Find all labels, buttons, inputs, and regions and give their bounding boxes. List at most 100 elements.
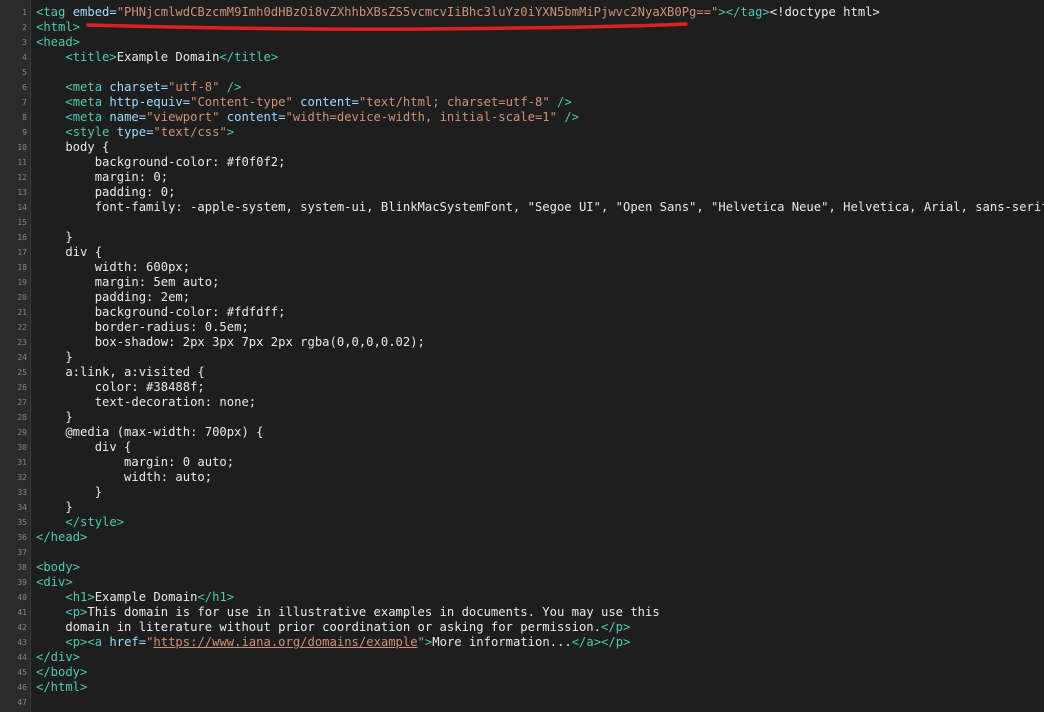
code-token: Example Domain <box>94 590 198 604</box>
line-number: 9 <box>22 128 27 137</box>
code-line[interactable]: 37 <box>0 545 1044 560</box>
line-number: 46 <box>17 683 27 692</box>
code-token: border-radius: 0.5em; <box>36 320 249 334</box>
code-token: background-color: #f0f0f2; <box>36 155 286 169</box>
code-line[interactable]: 16 } <box>0 230 1044 245</box>
code-line[interactable]: 18 width: 600px; <box>0 260 1044 275</box>
code-line[interactable]: 42 domain in literature without prior co… <box>0 620 1044 635</box>
code-token: font-family: -apple-system, system-ui, B… <box>36 200 1044 214</box>
code-line[interactable]: 41 <p>This domain is for use in illustra… <box>0 605 1044 620</box>
code-line[interactable]: 14 font-family: -apple-system, system-ui… <box>0 200 1044 215</box>
code-line[interactable]: 17 div { <box>0 245 1044 260</box>
code-token: "Content-type" <box>190 95 293 109</box>
line-number: 25 <box>17 368 27 377</box>
code-token: <style <box>65 125 117 139</box>
line-number: 18 <box>17 263 27 272</box>
code-line[interactable]: 6 <meta charset="utf-8" /> <box>0 80 1044 95</box>
code-token: name= <box>109 110 147 124</box>
code-line[interactable]: 44 </div> <box>0 650 1044 665</box>
line-code: <p><a href= "https://www.iana.org/domains… <box>36 635 630 650</box>
line-number: 45 <box>17 668 27 677</box>
code-link[interactable]: https://www.iana.org/domains/example <box>153 635 417 649</box>
code-token: domain in literature without prior coord… <box>36 620 601 634</box>
code-line[interactable]: 12 margin: 0; <box>0 170 1044 185</box>
code-token: box-shadow: 2px 3px 7px 2px rgba(0,0,0,0… <box>36 335 425 349</box>
code-line[interactable]: 27 text-decoration: none; <box>0 395 1044 410</box>
code-token: "utf-8" <box>168 80 220 94</box>
code-line[interactable]: 32 width: auto; <box>0 470 1044 485</box>
code-line[interactable]: 35 </style> <box>0 515 1044 530</box>
line-number: 43 <box>17 638 27 647</box>
code-token: } <box>36 410 73 424</box>
code-line[interactable]: 21 background-color: #fdfdff; <box>0 305 1044 320</box>
code-editor[interactable]: 1 <tag embed="PHNjcmlwdCBzcmM9Imh0dHBzOi8… <box>0 0 1044 712</box>
code-line[interactable]: 3 <head> <box>0 35 1044 50</box>
code-token: background-color: #fdfdff; <box>36 305 286 319</box>
code-line[interactable]: 30 div { <box>0 440 1044 455</box>
code-line[interactable]: 34 } <box>0 500 1044 515</box>
code-line[interactable]: 33 } <box>0 485 1044 500</box>
code-line[interactable]: 13 padding: 0; <box>0 185 1044 200</box>
code-line[interactable]: 25 a:link, a:visited { <box>0 365 1044 380</box>
code-line[interactable]: 31 margin: 0 auto; <box>0 455 1044 470</box>
line-number: 23 <box>17 338 27 347</box>
code-line[interactable]: 26 color: #38488f; <box>0 380 1044 395</box>
code-line[interactable]: 1 <tag embed="PHNjcmlwdCBzcmM9Imh0dHBzOi8… <box>0 5 1044 20</box>
code-lines[interactable]: 1 <tag embed="PHNjcmlwdCBzcmM9Imh0dHBzOi8… <box>0 5 1044 710</box>
code-line[interactable]: 11 background-color: #f0f0f2; <box>0 155 1044 170</box>
line-code: box-shadow: 2px 3px 7px 2px rgba(0,0,0,0… <box>36 335 425 350</box>
code-line[interactable]: 28 } <box>0 410 1044 425</box>
code-line[interactable]: 45 </body> <box>0 665 1044 680</box>
code-line[interactable]: 40 <h1>Example Domain</h1> <box>0 590 1044 605</box>
line-code: color: #38488f; <box>36 380 205 395</box>
code-line[interactable]: 8 <meta name="viewport" content="width=d… <box>0 110 1044 125</box>
line-number: 22 <box>17 323 27 332</box>
code-line[interactable]: 23 box-shadow: 2px 3px 7px 2px rgba(0,0,… <box>0 335 1044 350</box>
code-line[interactable]: 47 <box>0 695 1044 710</box>
code-token: <div> <box>36 575 73 589</box>
code-token: <!doctype html> <box>769 5 880 19</box>
code-line[interactable]: 5 <box>0 65 1044 80</box>
line-code: <html> <box>36 20 80 35</box>
code-line[interactable]: 43 <p><a href= "https://www.iana.org/doma… <box>0 635 1044 650</box>
code-line[interactable]: 46 </html> <box>0 680 1044 695</box>
code-line[interactable]: 2 <html> <box>0 20 1044 35</box>
line-number: 44 <box>17 653 27 662</box>
code-line[interactable]: 29 @media (max-width: 700px) { <box>0 425 1044 440</box>
line-number: 38 <box>17 563 27 572</box>
code-line[interactable]: 9 <style type="text/css"> <box>0 125 1044 140</box>
code-token: margin: 5em auto; <box>36 275 220 289</box>
code-token: <tag <box>36 5 73 19</box>
line-number: 12 <box>17 173 27 182</box>
code-line[interactable]: 22 border-radius: 0.5em; <box>0 320 1044 335</box>
line-code: } <box>36 500 72 515</box>
line-number: 29 <box>17 428 27 437</box>
code-token: "text/html; charset=utf-8" <box>358 95 550 109</box>
code-token: <head> <box>36 35 81 49</box>
code-line[interactable]: 36 </head> <box>0 530 1044 545</box>
line-number: 27 <box>17 398 27 407</box>
code-line[interactable]: 7 <meta http-equiv="Content-type" conten… <box>0 95 1044 110</box>
code-line[interactable]: 24 } <box>0 350 1044 365</box>
line-number: 24 <box>17 353 27 362</box>
code-line[interactable]: 20 padding: 2em; <box>0 290 1044 305</box>
code-token: <a <box>87 635 110 649</box>
line-number: 7 <box>22 98 27 107</box>
code-line[interactable]: 19 margin: 5em auto; <box>0 275 1044 290</box>
code-line[interactable]: 38 <body> <box>0 560 1044 575</box>
code-line[interactable]: 10 body { <box>0 140 1044 155</box>
code-token: padding: 2em; <box>36 290 191 304</box>
code-token: margin: 0; <box>36 170 169 184</box>
code-token: </style> <box>65 515 125 529</box>
code-line[interactable]: 15 <box>0 215 1044 230</box>
line-number: 36 <box>17 533 27 542</box>
code-token: type= <box>116 125 154 139</box>
code-line[interactable]: 4 <title>Example Domain</title> <box>0 50 1044 65</box>
line-code: </style> <box>36 515 124 530</box>
line-number: 35 <box>17 518 27 527</box>
code-token: <meta <box>65 80 110 94</box>
code-line[interactable]: 39 <div> <box>0 575 1044 590</box>
code-token: This domain is for use in illustrative e… <box>87 605 660 619</box>
code-token: </p> <box>601 620 631 634</box>
